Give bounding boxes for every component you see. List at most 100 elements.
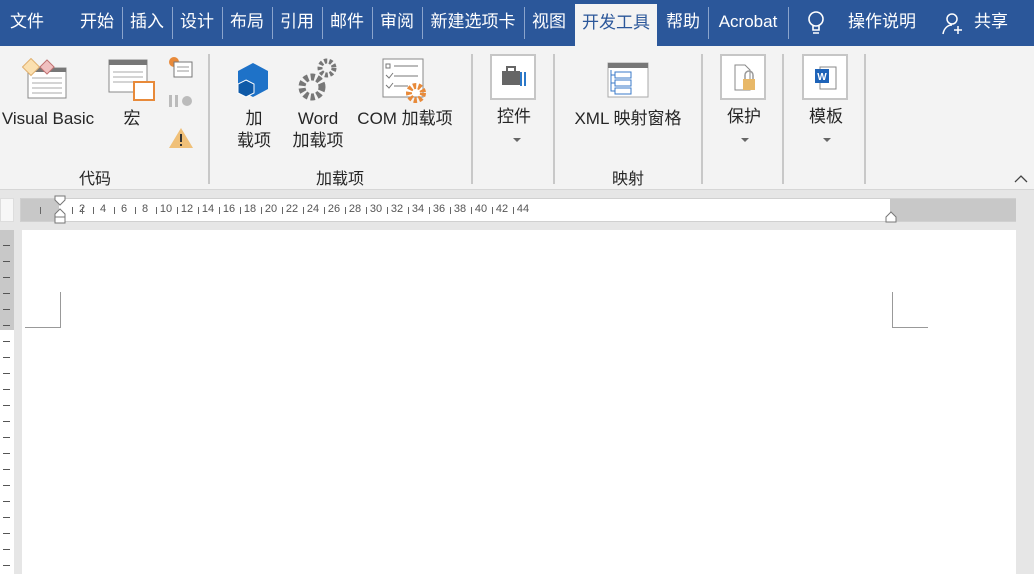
ruler-tick <box>3 469 10 470</box>
ruler-tick <box>303 207 304 214</box>
tab-home[interactable]: 开始 <box>74 0 120 46</box>
ruler-number: 42 <box>495 203 509 215</box>
ruler-tick <box>3 357 10 358</box>
tab-help[interactable]: 帮助 <box>660 0 706 46</box>
lightbulb-icon[interactable] <box>806 10 826 36</box>
tab-developer[interactable]: 开发工具 <box>575 4 657 46</box>
ruler-tick <box>3 421 10 422</box>
ruler-tick <box>513 207 514 214</box>
ruler-tick <box>3 437 10 438</box>
ruler-tick <box>3 261 10 262</box>
tab-acrobat[interactable]: Acrobat <box>710 0 786 46</box>
ruler-tick <box>3 405 10 406</box>
visual-basic-button[interactable]: Visual Basic <box>0 108 100 130</box>
ruler-tick <box>3 549 10 550</box>
tab-file[interactable]: 文件 <box>4 0 50 46</box>
ruler-tick <box>408 207 409 214</box>
word-addins-button[interactable]: Word 加载项 <box>286 108 350 152</box>
com-addins-icon <box>382 58 426 103</box>
tab-view[interactable]: 视图 <box>526 0 572 46</box>
ruler-tick <box>3 501 10 502</box>
group-label-addins: 加载项 <box>315 171 364 188</box>
ruler-number: 4 <box>99 203 107 215</box>
templates-dropdown-icon[interactable] <box>823 138 831 142</box>
document-page[interactable] <box>22 230 1016 574</box>
xml-mapping-icon <box>607 62 649 98</box>
tab-new[interactable]: 新建选项卡 <box>424 0 522 46</box>
controls-label[interactable]: 控件 <box>490 106 538 128</box>
tab-selector[interactable] <box>0 198 14 222</box>
vertical-ruler[interactable] <box>0 230 14 574</box>
xml-mapping-pane-button[interactable]: XML 映射窗格 <box>566 108 690 130</box>
horizontal-ruler[interactable]: 2468101214161820222426283032343638404244 <box>20 195 1016 224</box>
templates-button[interactable]: W <box>802 54 848 100</box>
ruler-tick <box>3 325 10 326</box>
ruler-tick <box>3 309 10 310</box>
ruler-tick <box>3 341 10 342</box>
ruler-tick <box>261 207 262 214</box>
tab-insert[interactable]: 插入 <box>124 0 170 46</box>
ruler-tick <box>177 207 178 214</box>
tell-me-search[interactable]: 操作说明 <box>840 0 924 46</box>
ruler-tick <box>3 389 10 390</box>
title-bar: 文件 开始 插入 设计 布局 引用 邮件 审阅 新建选项卡 视图 开发工具 帮助… <box>0 0 1034 46</box>
record-macro-icon[interactable] <box>168 56 194 80</box>
controls-button[interactable] <box>490 54 536 100</box>
ruler-tick <box>156 207 157 214</box>
protect-button[interactable] <box>720 54 766 100</box>
ruler-tick <box>429 207 430 214</box>
templates-label[interactable]: 模板 <box>802 106 850 128</box>
ruler-tick <box>72 207 73 214</box>
lock-document-icon <box>734 64 755 91</box>
tab-review[interactable]: 审阅 <box>374 0 420 46</box>
word-addins-gear-icon <box>298 58 337 101</box>
ruler-number: 20 <box>264 203 278 215</box>
ribbon: Visual Basic 宏 代码 加载项 Word 加载项 COM 加载项 加载… <box>0 46 1034 190</box>
ruler-number: 16 <box>222 203 236 215</box>
toolbox-icon <box>502 66 526 86</box>
ruler-number: 22 <box>285 203 299 215</box>
ruler-tick <box>471 207 472 214</box>
ruler-number: 34 <box>411 203 425 215</box>
macros-button[interactable]: 宏 <box>112 108 152 130</box>
protect-dropdown-icon[interactable] <box>741 138 749 142</box>
indent-markers[interactable] <box>54 195 66 229</box>
ruler-number: 44 <box>516 203 530 215</box>
addins-button[interactable]: 加载项 <box>230 108 278 152</box>
pause-recording-icon[interactable] <box>168 94 194 108</box>
ruler-number: 14 <box>201 203 215 215</box>
right-indent-marker[interactable] <box>885 211 897 223</box>
crop-mark-left <box>25 292 61 328</box>
group-label-code: 代码 <box>78 171 111 188</box>
ruler-tick <box>324 207 325 214</box>
ruler-number: 28 <box>348 203 362 215</box>
ruler-number: 10 <box>159 203 173 215</box>
tab-references[interactable]: 引用 <box>274 0 320 46</box>
tab-design[interactable]: 设计 <box>174 0 220 46</box>
ruler-number: 6 <box>120 203 128 215</box>
crop-mark-right <box>892 292 928 328</box>
tab-layout[interactable]: 布局 <box>224 0 270 46</box>
ruler-number: 24 <box>306 203 320 215</box>
com-addins-button[interactable]: COM 加载项 <box>350 108 460 130</box>
ruler-tick <box>240 207 241 214</box>
ruler-tick <box>135 207 136 214</box>
ruler-number: 30 <box>369 203 383 215</box>
protect-label[interactable]: 保护 <box>720 106 768 128</box>
ruler-tick <box>345 207 346 214</box>
tab-mailings[interactable]: 邮件 <box>324 0 370 46</box>
word-template-icon: W <box>815 66 837 90</box>
macros-icon <box>108 59 155 101</box>
ruler-number: 38 <box>453 203 467 215</box>
ruler-tick <box>3 245 10 246</box>
ruler-number: 8 <box>141 203 149 215</box>
macro-security-icon[interactable] <box>168 126 194 150</box>
share-button[interactable]: 共享 <box>968 0 1014 46</box>
controls-dropdown-icon[interactable] <box>513 138 521 142</box>
collapse-ribbon-icon[interactable] <box>1014 174 1028 184</box>
ruler-tick <box>282 207 283 214</box>
share-person-icon[interactable] <box>942 12 966 36</box>
ruler-tick <box>366 207 367 214</box>
visual-basic-icon <box>22 58 67 99</box>
addins-icon <box>237 63 268 98</box>
